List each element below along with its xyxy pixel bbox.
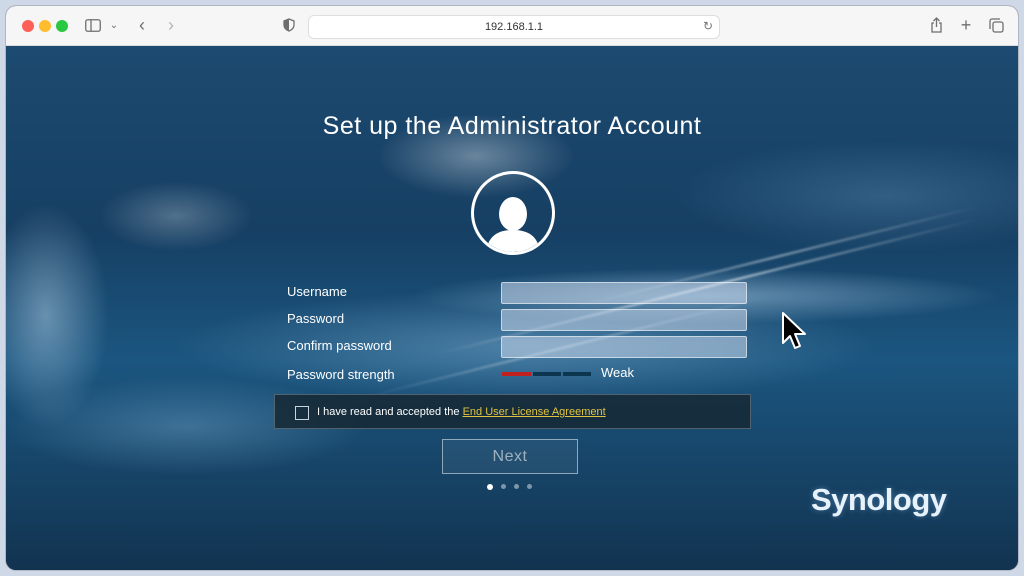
close-window-button[interactable] [22,20,34,32]
mouse-pointer-icon [781,311,809,356]
address-bar[interactable]: 192.168.1.1 ↻ [308,15,720,39]
password-strength-value: Weak [601,365,634,380]
password-strength-label: Password strength [287,367,395,382]
strength-segment [563,372,591,376]
share-icon[interactable] [928,14,944,36]
minimize-window-button[interactable] [39,20,51,32]
confirm-password-input[interactable] [501,336,747,358]
step-dot [514,484,519,489]
eula-agreement-box: I have read and accepted the End User Li… [274,394,751,429]
browser-window: ⌄ ‹ › 192.168.1.1 ↻ + Set up the Adminis… [6,6,1018,570]
step-dot-active [487,483,493,490]
password-label: Password [287,311,345,326]
username-input[interactable] [501,282,747,304]
back-icon[interactable]: ‹ [134,14,150,36]
page-title: Set up the Administrator Account [322,112,702,140]
synology-logo: Synology [811,482,947,517]
eula-text: I have read and accepted the End User Li… [317,406,606,418]
user-avatar-icon [471,171,555,255]
eula-label: I have read and accepted the [317,406,463,418]
shield-icon[interactable] [281,14,297,36]
strength-segment [533,372,561,376]
reload-icon[interactable]: ↻ [703,19,713,33]
step-indicator [487,483,532,490]
sidebar-icon[interactable] [84,14,102,36]
url-text: 192.168.1.1 [484,21,544,33]
eula-checkbox[interactable] [295,406,309,420]
forward-icon[interactable]: › [163,14,179,36]
eula-link[interactable]: End User License Agreement [463,406,606,418]
setup-page: Set up the Administrator Account Usernam… [6,46,1018,570]
username-label: Username [287,284,347,299]
browser-toolbar: ⌄ ‹ › 192.168.1.1 ↻ + [6,6,1018,46]
step-dot [527,484,532,489]
new-tab-icon[interactable]: + [958,14,974,36]
tab-overview-icon[interactable] [987,14,1005,36]
password-input[interactable] [501,309,747,331]
confirm-password-label: Confirm password [287,338,392,353]
zoom-window-button[interactable] [56,20,68,32]
strength-segment-filled [502,372,531,376]
next-button[interactable]: Next [442,439,578,474]
chevron-down-icon[interactable]: ⌄ [108,14,120,36]
step-dot [501,484,506,489]
